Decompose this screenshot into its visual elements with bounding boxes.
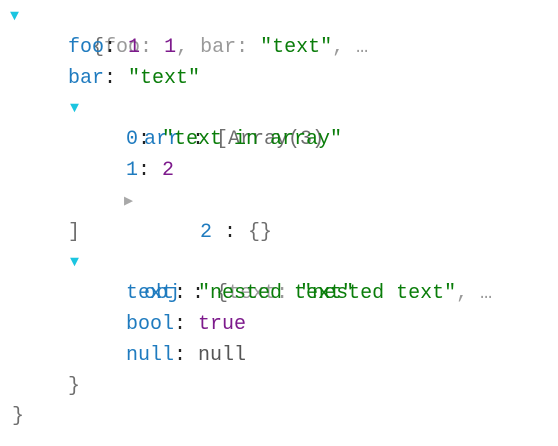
root-node[interactable]: ▼ {foo: 1, bar: "text", … [0,2,558,59]
property-bar: bar: "text" [68,66,201,90]
collapsed-triangle-icon[interactable]: ▶ [124,187,133,218]
expanded-triangle-icon[interactable]: ▼ [70,248,79,279]
property-null: null: null [126,343,247,367]
array-item-1: 1: 2 [126,158,175,182]
property-obj[interactable]: ▼ obj : {text: "nested text", … [0,248,558,305]
property-arr[interactable]: ▼ arr : [Array(3) [0,94,558,151]
property-text: text: "nested text" [126,282,355,306]
root-close-brace: } [12,405,25,429]
object-close-brace: } [68,374,81,398]
array-item-2[interactable]: ▶ 2 : {} [0,187,558,244]
expanded-triangle-icon[interactable]: ▼ [10,2,19,33]
expanded-triangle-icon[interactable]: ▼ [70,94,79,125]
array-item-0: 0: "text in array" [126,128,343,152]
property-foo: foo: 1 [68,35,141,59]
property-bool: bool: true [126,312,247,336]
json-tree-view: ▼ {foo: 1, bar: "text", … foo: 1 bar: "te… [0,0,558,433]
array-close-bracket: ] [68,220,81,244]
